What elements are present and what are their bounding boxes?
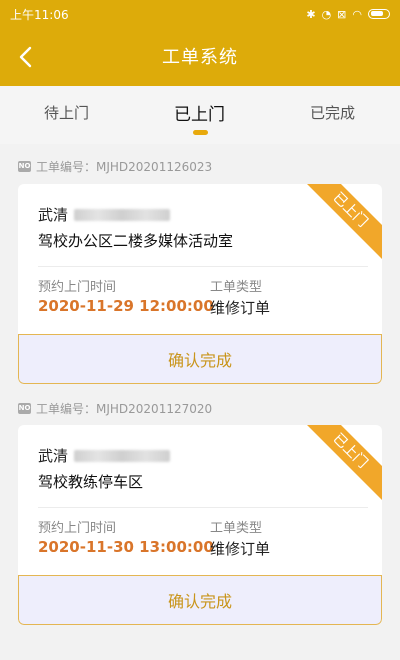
order-number-2: NO 工单编号：MJHD20201127020	[18, 400, 212, 417]
app-header: 上午11:06 ✱ ◔ ⊠ ◠ 工单系统	[0, 0, 400, 86]
customer-row: 武清	[38, 204, 171, 225]
status-icons: ✱ ◔ ⊠ ◠	[306, 9, 390, 20]
status-ribbon: 已上门	[299, 184, 382, 261]
page-title: 工单系统	[162, 47, 238, 68]
number-badge-icon: NO	[18, 161, 31, 172]
status-ribbon: 已上门	[299, 425, 382, 502]
bluetooth-icon: ✱	[306, 7, 316, 21]
service-address: 驾校教练停车区	[38, 473, 144, 491]
divider	[38, 507, 368, 508]
order-number-text: 工单编号：MJHD20201127020	[36, 402, 213, 416]
order-number-text: 工单编号：MJHD20201126023	[36, 160, 213, 174]
status-bar: 上午11:06 ✱ ◔ ⊠ ◠	[0, 0, 400, 28]
order-card-body[interactable]: 已上门 武清 驾校办公区二楼多媒体活动室 预约上门时间 工单类型 2020-11…	[18, 184, 382, 334]
service-address: 驾校办公区二楼多媒体活动室	[38, 232, 234, 250]
phone-number-redacted	[74, 449, 171, 462]
appointment-time: 2020-11-30 13:00:00	[38, 538, 214, 556]
phone-number-redacted	[74, 208, 171, 221]
mute-icon: ⊠	[337, 7, 347, 21]
order-type-label: 工单类型	[210, 280, 263, 295]
order-type: 维修订单	[210, 299, 271, 317]
tab-bar: 待上门 已上门 已完成	[0, 86, 400, 144]
status-time: 上午11:06	[10, 7, 69, 22]
alarm-icon: ◔	[321, 7, 332, 21]
order-number-1: NO 工单编号：MJHD20201126023	[18, 158, 212, 175]
customer-name: 武清	[38, 206, 69, 224]
customer-name: 武清	[38, 447, 69, 465]
tab-pending[interactable]: 待上门	[0, 102, 133, 123]
number-badge-icon: NO	[18, 403, 31, 414]
appointment-label: 预约上门时间	[38, 521, 117, 536]
customer-row: 武清	[38, 445, 171, 466]
tab-completed[interactable]: 已完成	[266, 102, 399, 123]
tab-visited[interactable]: 已上门	[133, 100, 266, 125]
order-type-label: 工单类型	[210, 521, 263, 536]
wifi-icon: ◠	[352, 7, 362, 21]
order-type: 维修订单	[210, 540, 271, 558]
appointment-time: 2020-11-29 12:00:00	[38, 297, 214, 315]
order-card-body[interactable]: 已上门 武清 驾校教练停车区 预约上门时间 工单类型 2020-11-30 13…	[18, 425, 382, 575]
divider	[38, 266, 368, 267]
order-card-2: 已上门 武清 驾校教练停车区 预约上门时间 工单类型 2020-11-30 13…	[18, 425, 382, 625]
confirm-complete-button[interactable]: 确认完成	[18, 575, 382, 625]
battery-icon	[368, 9, 390, 19]
confirm-complete-button[interactable]: 确认完成	[18, 334, 382, 384]
active-tab-indicator	[193, 130, 208, 135]
appointment-label: 预约上门时间	[38, 280, 117, 295]
order-card-1: 已上门 武清 驾校办公区二楼多媒体活动室 预约上门时间 工单类型 2020-11…	[18, 184, 382, 384]
